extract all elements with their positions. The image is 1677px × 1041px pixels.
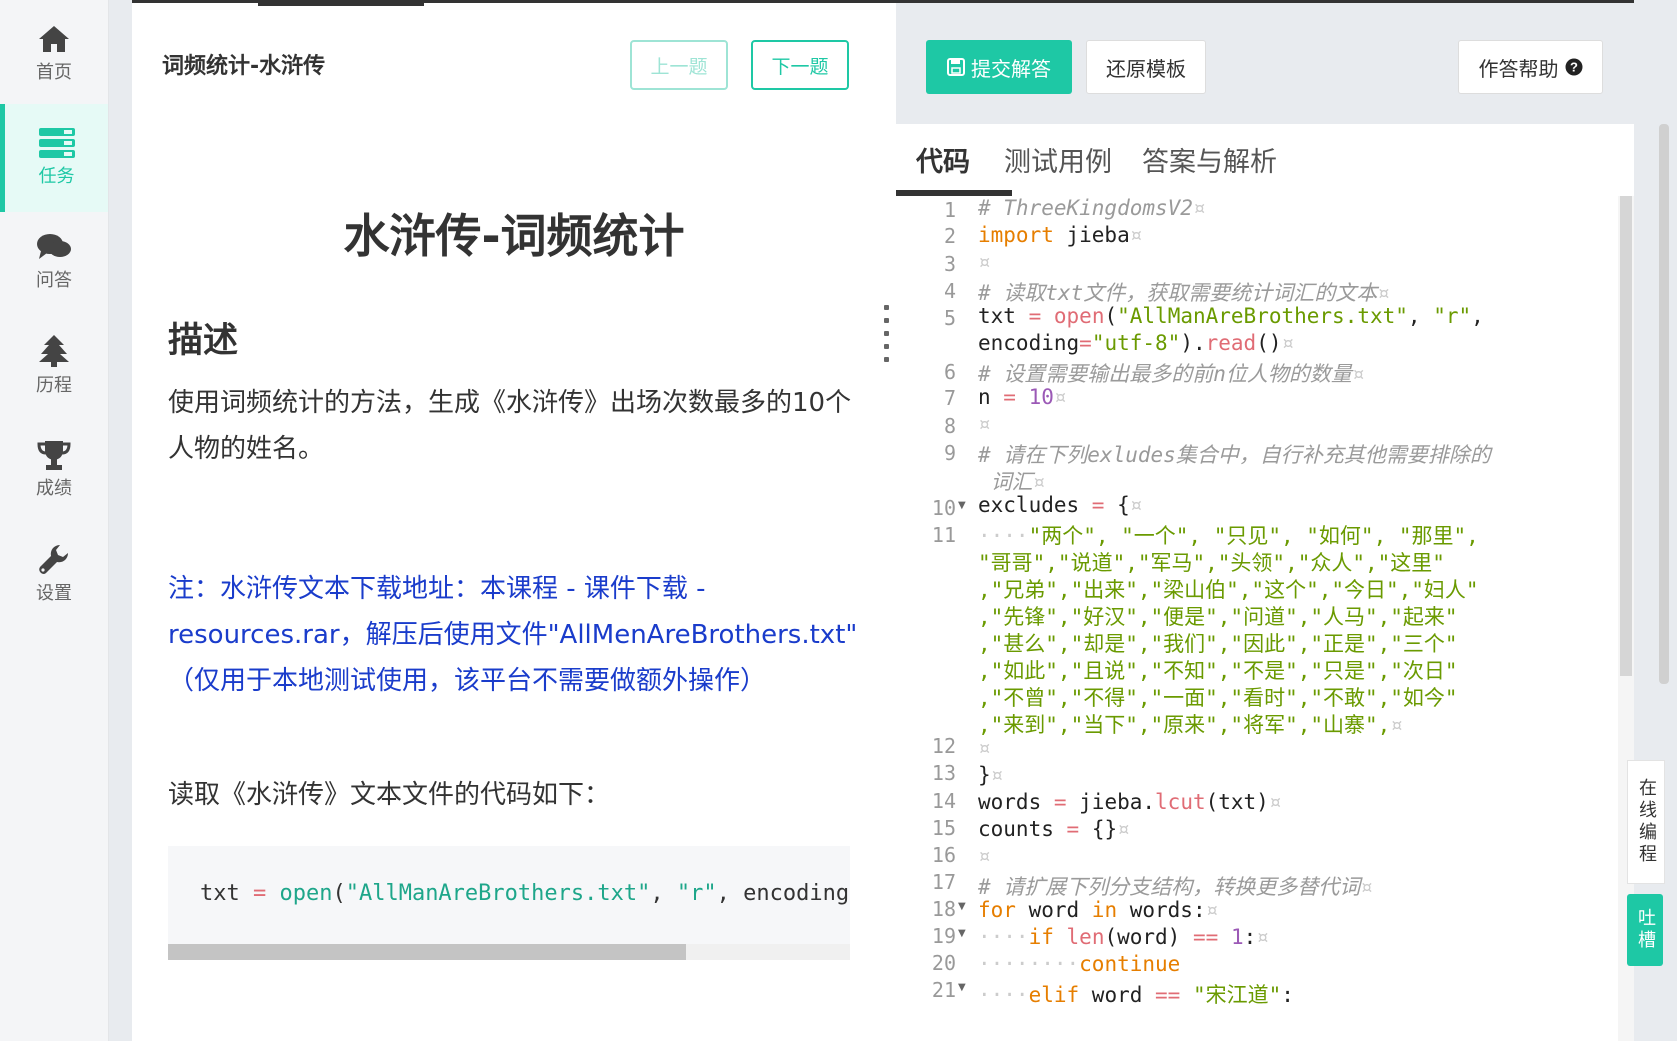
panel-splitter[interactable] <box>884 305 890 365</box>
feedback-label: 吐槽 <box>1635 908 1656 952</box>
nav-item-tasks[interactable]: 任务 <box>0 104 108 212</box>
next-question-button[interactable]: 下一题 <box>751 40 849 90</box>
description-heading: 描述 <box>168 321 239 361</box>
nav-item-home[interactable]: 首页 <box>0 0 108 108</box>
nav-label: 成绩 <box>36 478 72 499</box>
problem-panel: 词频统计-水浒传 上一题 下一题 水浒传-词频统计 描述 使用词频统计的方法，生… <box>132 0 896 1041</box>
question-circle-icon: ? <box>1565 58 1582 76</box>
feedback-button[interactable]: 吐槽 <box>1627 894 1663 966</box>
svg-text:?: ? <box>1570 60 1578 75</box>
nav-item-qa[interactable]: 问答 <box>0 208 108 316</box>
help-label: 作答帮助 <box>1478 56 1559 81</box>
trophy-icon <box>37 441 71 470</box>
nav-item-score[interactable]: 成绩 <box>0 416 108 524</box>
code-snippet: txt = open("AllManAreBrothers.txt", "r",… <box>168 846 850 960</box>
home-icon <box>39 26 69 52</box>
nav-label: 历程 <box>36 375 72 396</box>
nav-label: 设置 <box>36 583 72 604</box>
tree-icon <box>39 335 69 367</box>
code-content[interactable]: # ThreeKingdomsV2¤ import jieba¤ ¤ # 读取t… <box>978 196 1608 1041</box>
reset-template-button[interactable]: 还原模板 <box>1086 40 1206 94</box>
editor-panel: 提交解答 还原模板 作答帮助 ? 代码 测试用例 答案与解析 1 2 3 4 5… <box>896 0 1634 1041</box>
line-gutter: 1 2 3 4 5 6 7 8 9 10 ▼ 11 12 13 14 15 16 … <box>896 196 966 1041</box>
article-title: 水浒传-词频统计 <box>343 209 685 263</box>
page-scrollbar[interactable] <box>1659 124 1669 684</box>
nav-label: 问答 <box>36 270 72 291</box>
submit-label: 提交解答 <box>971 56 1051 81</box>
wrench-icon <box>39 544 69 574</box>
download-note[interactable]: 注：水浒传文本下载地址：本课程 - 课件下载 - resources.rar，解… <box>168 566 858 704</box>
online-coding-button[interactable]: 在线编程 <box>1627 760 1665 884</box>
tasks-icon <box>38 128 75 158</box>
nav-item-settings[interactable]: 设置 <box>0 520 108 628</box>
save-icon <box>947 58 965 76</box>
snippet-line: txt = open("AllManAreBrothers.txt", "r",… <box>200 881 850 906</box>
nav-item-history[interactable]: 历程 <box>0 312 108 420</box>
left-nav: 首页 任务 问答 历程 成绩 设置 <box>0 0 109 1041</box>
read-code-intro: 读取《水浒传》文本文件的代码如下： <box>168 780 611 810</box>
nav-label: 首页 <box>36 62 72 83</box>
submit-button[interactable]: 提交解答 <box>926 40 1072 94</box>
horizontal-scrollbar[interactable] <box>168 944 850 960</box>
tab-answer[interactable]: 答案与解析 <box>1142 140 1277 179</box>
comments-icon <box>37 234 71 259</box>
code-editor[interactable]: 1 2 3 4 5 6 7 8 9 10 ▼ 11 12 13 14 15 16 … <box>896 196 1618 1041</box>
description-text: 使用词频统计的方法，生成《水浒传》出场次数最多的10个人物的姓名。 <box>168 388 852 464</box>
online-coding-label: 在线编程 <box>1636 778 1657 866</box>
task-title: 词频统计-水浒传 <box>162 54 326 79</box>
tab-code[interactable]: 代码 <box>916 140 970 179</box>
prev-question-button[interactable]: 上一题 <box>630 40 728 90</box>
nav-label: 任务 <box>38 166 75 187</box>
tab-test-cases[interactable]: 测试用例 <box>1004 140 1112 179</box>
editor-tabs: 代码 测试用例 答案与解析 <box>896 124 1634 197</box>
help-button[interactable]: 作答帮助 ? <box>1458 40 1603 94</box>
